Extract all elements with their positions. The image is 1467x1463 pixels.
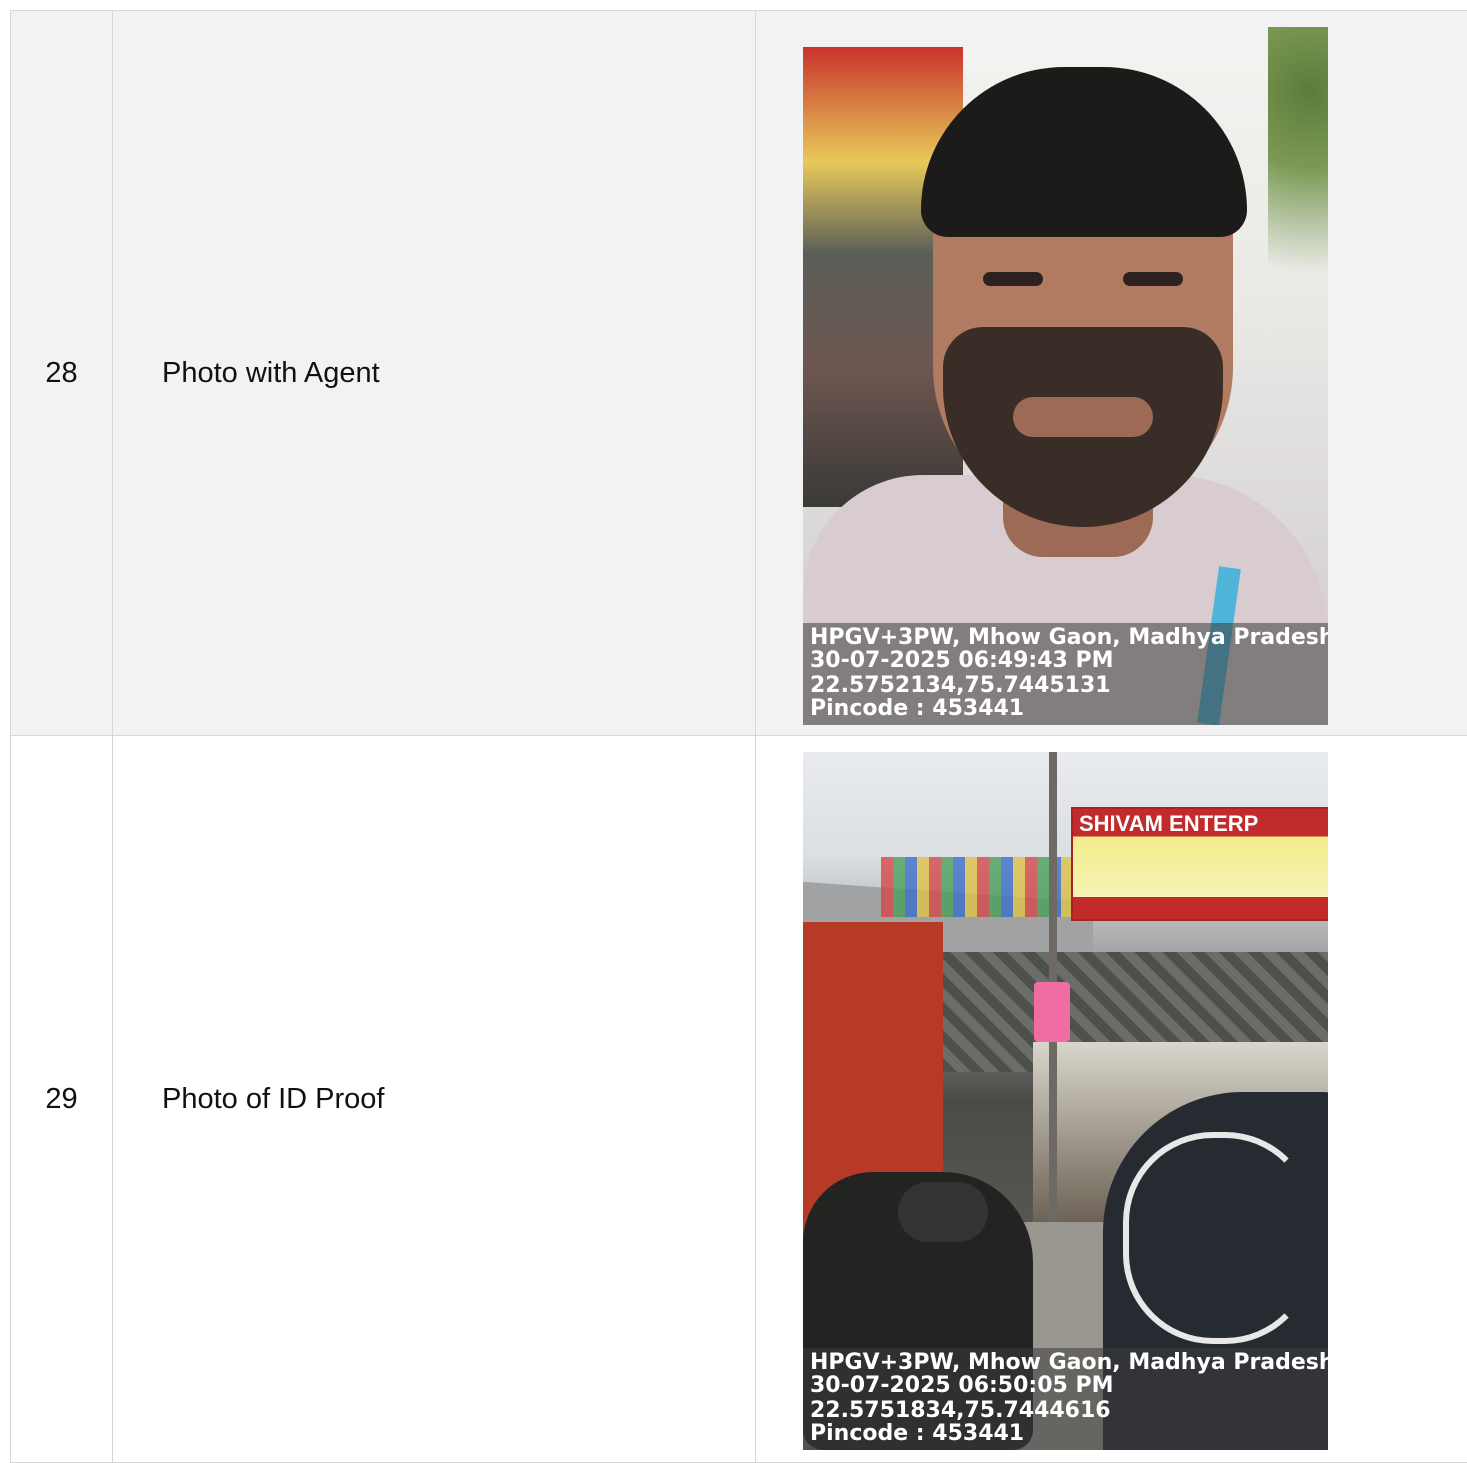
geotag-datetime: 30-07-2025 06:49:43 PM	[810, 648, 1114, 673]
photo-cell: SHIVAM ENTERP HPGV+3PW, Mhow Gaon, Madhy…	[755, 736, 1467, 1462]
shop-sign-text: SHIVAM ENTERP	[1079, 811, 1259, 836]
photo-cable	[1123, 1132, 1315, 1344]
photo-person-eye	[983, 272, 1043, 286]
photo-background-tree	[1268, 27, 1328, 347]
table-row: 29 Photo of ID Proof SHIVAM ENTERP HPGV+…	[10, 736, 1467, 1463]
photo-person-hair	[921, 67, 1247, 237]
photo-atm-sign	[1034, 982, 1070, 1042]
row-number: 28	[10, 11, 112, 735]
table-row: 28 Photo with Agent HPGV+3PW, Mhow Gaon,…	[10, 11, 1467, 736]
row-label: Photo of ID Proof	[112, 736, 755, 1462]
geotag-address: HPGV+3PW, Mhow Gaon, Madhya Pradesh 4	[810, 1350, 1328, 1375]
photo-person-eye	[1123, 272, 1183, 286]
photo-cell: HPGV+3PW, Mhow Gaon, Madhya Pradesh 4 30…	[755, 11, 1467, 735]
verification-table: 28 Photo with Agent HPGV+3PW, Mhow Gaon,…	[10, 10, 1467, 1463]
photo-shop-sign: SHIVAM ENTERP	[1071, 807, 1328, 921]
photo-person-mouth	[1013, 397, 1153, 437]
photo-geotag-overlay: HPGV+3PW, Mhow Gaon, Madhya Pradesh 4 30…	[803, 623, 1328, 725]
geotag-address: HPGV+3PW, Mhow Gaon, Madhya Pradesh 4	[810, 625, 1328, 650]
geotag-pincode: Pincode : 453441	[810, 696, 1025, 721]
photo-service-sign	[881, 857, 1071, 917]
geotag-coordinates: 22.5751834,75.7444616	[810, 1398, 1111, 1423]
row-label: Photo with Agent	[112, 11, 755, 735]
id-proof-photo[interactable]: SHIVAM ENTERP HPGV+3PW, Mhow Gaon, Madhy…	[803, 752, 1328, 1450]
geotag-coordinates: 22.5752134,75.7445131	[810, 673, 1111, 698]
agent-photo[interactable]: HPGV+3PW, Mhow Gaon, Madhya Pradesh 4 30…	[803, 27, 1328, 725]
geotag-pincode: Pincode : 453441	[810, 1421, 1025, 1446]
geotag-datetime: 30-07-2025 06:50:05 PM	[810, 1373, 1114, 1398]
photo-motorcycle-tank	[898, 1182, 988, 1242]
row-number: 29	[10, 736, 112, 1462]
photo-geotag-overlay: HPGV+3PW, Mhow Gaon, Madhya Pradesh 4 30…	[803, 1348, 1328, 1450]
